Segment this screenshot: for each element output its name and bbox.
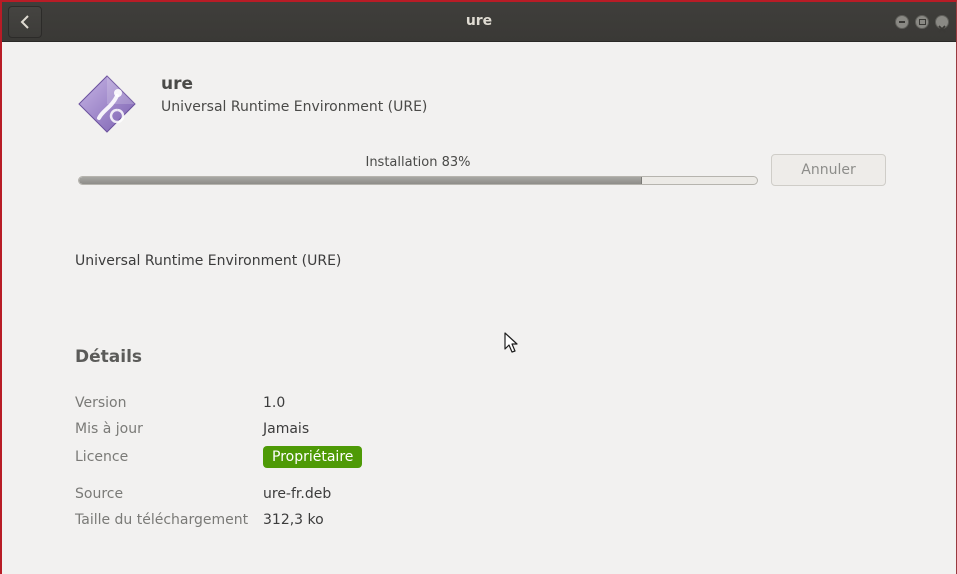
- app-summary: Universal Runtime Environment (URE): [161, 99, 428, 115]
- install-progress-fill: [79, 177, 642, 184]
- detail-value: 312,3 ko: [263, 512, 324, 528]
- package-diamond-icon: [77, 74, 137, 134]
- detail-key: Licence: [75, 449, 129, 465]
- detail-key: Version: [75, 395, 127, 411]
- title-bar: ure: [2, 2, 956, 42]
- detail-value: Jamais: [263, 421, 310, 437]
- detail-key: Mis à jour: [75, 421, 143, 437]
- detail-key: Source: [75, 486, 124, 502]
- window-title: ure: [465, 13, 493, 29]
- detail-key: Taille du téléchargement: [75, 512, 249, 528]
- maximize-button[interactable]: [915, 15, 929, 29]
- license-badge[interactable]: Propriétaire: [263, 446, 363, 468]
- close-icon: [938, 18, 946, 33]
- minimize-icon: [899, 21, 905, 23]
- maximize-icon: [918, 19, 926, 25]
- app-window: ure ure Universal Runtime Environment (U…: [0, 0, 957, 574]
- detail-value: ure-fr.deb: [263, 486, 332, 502]
- app-description: Universal Runtime Environment (URE): [75, 253, 342, 269]
- app-name: ure: [161, 74, 194, 94]
- minimize-button[interactable]: [895, 15, 909, 29]
- mouse-cursor-icon: [504, 332, 518, 354]
- install-progress-bar: [78, 176, 758, 185]
- install-progress-label: Installation 83%: [365, 155, 471, 170]
- detail-value: 1.0: [263, 395, 286, 411]
- details-heading: Détails: [75, 347, 143, 367]
- cancel-button[interactable]: Annuler: [771, 154, 886, 186]
- close-button[interactable]: [935, 15, 949, 33]
